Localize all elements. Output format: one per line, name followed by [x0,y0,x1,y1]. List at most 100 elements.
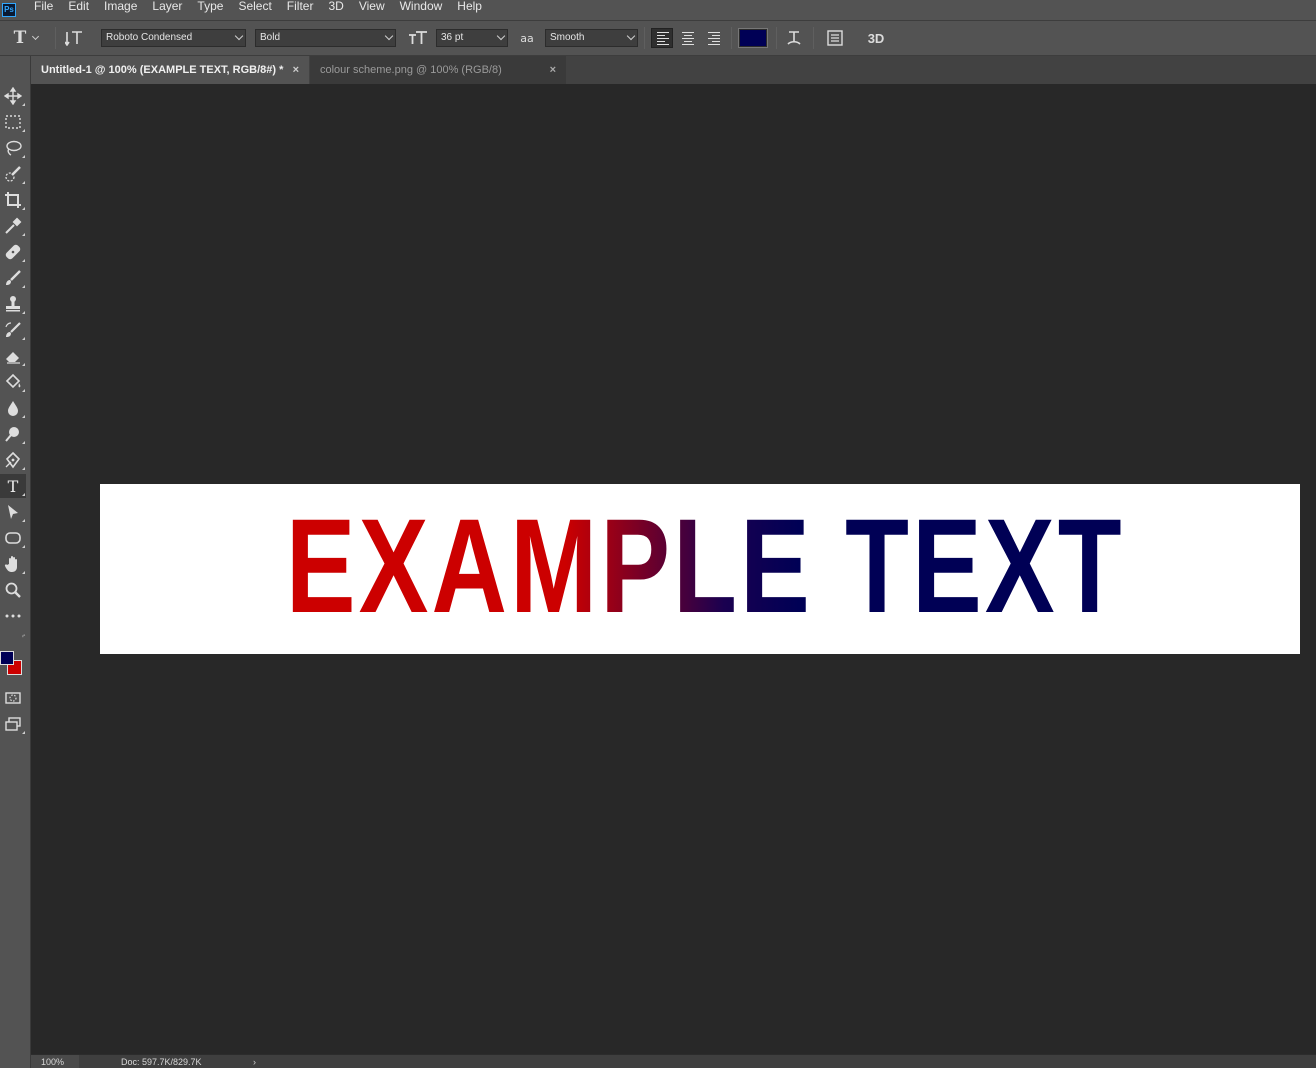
eyedropper-tool[interactable] [0,214,26,238]
separator [55,27,56,49]
tool-preset-picker[interactable]: T [8,21,44,55]
text-color-swatch[interactable] [738,28,768,48]
menu-type[interactable]: Type [197,0,223,16]
dodge-tool[interactable] [0,422,26,446]
align-center-button[interactable] [677,28,699,48]
warp-text-icon [787,31,801,45]
brush-tool[interactable] [0,266,26,290]
crop-icon [5,192,21,208]
menu-view[interactable]: View [359,0,385,16]
history-brush-tool[interactable] [0,318,26,342]
foreground-color-swatch[interactable] [0,651,14,665]
chevron-down-icon [496,31,506,41]
font-size-select[interactable]: 36 pt [436,29,508,47]
pen-icon [5,451,21,469]
text-orientation-icon [65,31,82,46]
separator [644,27,645,49]
swap-colors-button[interactable] [0,628,26,644]
zoom-tool[interactable] [0,578,26,602]
eraser-tool[interactable] [0,344,26,368]
crop-tool[interactable] [0,188,26,212]
type-tool[interactable]: T [0,474,26,498]
menu-help[interactable]: Help [457,0,482,16]
clone-stamp-tool[interactable] [0,292,26,316]
screen-mode-button[interactable] [0,712,26,736]
chevron-down-icon [384,31,394,41]
dodge-icon [5,427,19,442]
panel-icon [827,30,843,46]
blur-tool[interactable] [0,396,26,420]
hand-tool[interactable] [0,552,26,576]
move-tool[interactable] [0,84,26,108]
status-menu-arrow-icon[interactable]: › [253,1055,256,1068]
document-canvas[interactable]: EXAMPLE TEXT [100,484,1300,654]
quick-mask-button[interactable] [0,686,26,710]
status-bar: 100% Doc: 597.7K/829.7K › [31,1054,1316,1068]
photoshop-logo-icon: Ps [2,3,16,17]
paint-bucket-icon [5,373,21,389]
bandage-icon [5,244,21,260]
tab-title: colour scheme.png @ 100% (RGB/8) [320,64,502,76]
chevron-down-icon [234,31,244,41]
magnifier-icon [5,582,21,598]
healing-brush-tool[interactable] [0,240,26,264]
stamp-icon [6,296,20,312]
document-tab-bar: Untitled-1 @ 100% (EXAMPLE TEXT, RGB/8#)… [31,56,1316,84]
tab-colour-scheme[interactable]: colour scheme.png @ 100% (RGB/8) × [310,56,566,84]
history-brush-icon [5,322,21,337]
close-icon[interactable]: × [293,56,299,84]
font-family-select[interactable]: Roboto Condensed [101,29,246,47]
marquee-tool[interactable] [0,110,26,134]
close-icon[interactable]: × [550,56,556,84]
antialias-select[interactable]: Smooth [545,29,638,47]
tools-panel: T [0,56,31,1068]
more-dots-icon [5,614,21,618]
menu-bar: Ps File Edit Image Layer Type Select Fil… [0,0,1316,20]
menu-window[interactable]: Window [400,0,443,16]
arrow-cursor-icon [8,505,18,519]
example-text-layer[interactable]: EXAMPLE TEXT [237,497,1173,637]
separator [731,27,732,49]
align-right-button[interactable] [703,28,725,48]
warp-text-button[interactable] [782,21,806,55]
quick-selection-icon [5,166,21,182]
type-tool-icon: T [13,28,27,48]
menu-edit[interactable]: Edit [68,0,89,16]
menu-layer[interactable]: Layer [152,0,182,16]
paint-bucket-tool[interactable] [0,370,26,394]
options-bar: T Roboto Condensed Bold 36 pt aa Smooth … [0,20,1316,56]
toggle-text-orientation-button[interactable] [62,21,86,55]
3d-button[interactable]: 3D [864,21,888,55]
quick-selection-tool[interactable] [0,162,26,186]
screen-mode-icon [5,717,21,731]
lasso-icon [6,140,22,156]
menu-file[interactable]: File [34,0,53,16]
zoom-level-field[interactable]: 100% [31,1055,79,1068]
move-icon [4,87,22,105]
eyedropper-icon [5,217,22,234]
separator [776,27,777,49]
font-style-select[interactable]: Bold [255,29,396,47]
antialias-icon: aa [520,31,534,45]
brush-icon [6,270,21,285]
menu-3d[interactable]: 3D [328,0,343,16]
tab-untitled-1[interactable]: Untitled-1 @ 100% (EXAMPLE TEXT, RGB/8#)… [31,56,309,84]
menu-select[interactable]: Select [238,0,271,16]
droplet-icon [8,401,18,416]
align-left-button[interactable] [651,28,673,48]
lasso-tool[interactable] [0,136,26,160]
eraser-icon [6,352,20,364]
separator [813,27,814,49]
menu-image[interactable]: Image [104,0,137,16]
path-selection-tool[interactable] [0,500,26,524]
menu-filter[interactable]: Filter [287,0,314,16]
pen-tool[interactable] [0,448,26,472]
hand-icon [4,556,17,572]
font-size-icon [405,21,431,55]
shape-tool[interactable] [0,526,26,550]
character-panel-button[interactable] [823,21,847,55]
edit-toolbar-button[interactable] [0,604,26,628]
chevron-down-icon [32,32,40,41]
rectangle-marquee-icon [5,115,21,129]
tab-title: Untitled-1 @ 100% (EXAMPLE TEXT, RGB/8#)… [41,64,284,76]
